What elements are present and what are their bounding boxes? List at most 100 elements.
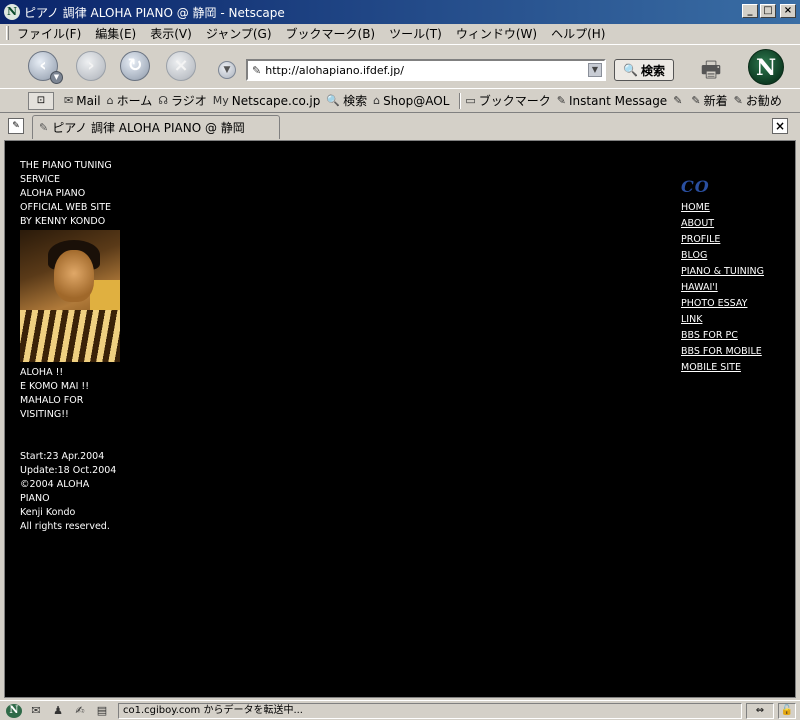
menu-edit[interactable]: 編集(E) [95,25,136,42]
site-nav-logo: CO [681,177,710,196]
nav-link-mobile-site[interactable]: MOBILE SITE [681,360,781,376]
nav-link-photo-essay[interactable]: PHOTO ESSAY [681,296,781,312]
bookmark-label: ラジオ [171,94,207,108]
nav-link-profile[interactable]: PROFILE [681,232,781,248]
status-text: co1.cgiboy.com からデータを転送中... [118,702,742,719]
nav-link-home[interactable]: HOME [681,200,781,216]
chevron-down-icon: ▼ [223,65,231,75]
shop-icon: ⌂ [373,94,381,107]
menu-bookmarks[interactable]: ブックマーク(B) [286,25,376,42]
site-navigation: CO HOME ABOUT PROFILE BLOG PIANO & TUINI… [681,177,781,376]
tab-strip: ✎ ✎ ピアノ 調律 ALOHA PIANO @ 静岡 × [0,112,800,139]
nav-link-piano-tuning[interactable]: PIANO & TUINING [681,264,781,280]
menu-file[interactable]: ファイル(F) [17,25,81,42]
mail-icon[interactable]: ✉ [28,704,44,718]
new-tab-icon[interactable]: ✎ [8,118,24,134]
close-tab-button[interactable]: × [772,118,788,134]
window-controls: _ □ × [742,4,796,18]
personal-toolbar: ⊡ ✉ Mail ⌂ ホーム ☊ ラジオ My Netscape.co.jp 🔍 検索 ⌂… [0,88,800,112]
instant-message-icon[interactable]: ♟ [50,704,66,718]
bookmark-new[interactable]: ✎ 新着 [691,92,727,109]
intro-line: SERVICE [20,174,61,185]
toolbar-home-tab-icon[interactable]: ⊡ [28,91,54,110]
bookmark-label: Shop@AOL [383,93,450,108]
bookmark-netscape-co-jp[interactable]: My Netscape.co.jp [213,94,321,108]
intro-line: BY KENNY KONDO [20,216,106,227]
status-indicators: ⇔ 🔓 [746,702,796,719]
menu-tools[interactable]: ツール(T) [389,25,442,42]
page-bookmark-icon[interactable]: ✎ [252,64,261,77]
bookmarks-menu[interactable]: ▭ ブックマーク [465,92,550,109]
online-status-icon[interactable]: ⇔ [746,702,774,719]
forward-button[interactable]: › [76,51,106,81]
status-bar: N ✉ ♟ ✍ ▤ co1.cgiboy.com からデータを転送中... ⇔ … [0,700,800,720]
bookmark-icon: ✎ [733,94,743,107]
mail-icon: ✉ [64,94,74,107]
minimize-button[interactable]: _ [742,4,758,18]
status-component-icons: N ✉ ♟ ✍ ▤ [6,703,110,718]
photo-stripes [20,310,120,362]
magnifier-icon: 🔍 [623,63,638,77]
url-history-dropdown[interactable]: ▼ [588,63,602,77]
reload-button[interactable]: ↻ [120,51,150,81]
maximize-button[interactable]: □ [760,4,776,18]
bookmark-icon: ✎ [691,94,701,107]
photo-face [54,250,94,302]
bookmark-unnamed[interactable]: ✎ [673,94,685,107]
bookmark-shop-aol[interactable]: ⌂ Shop@AOL [373,94,449,108]
toolbar-grip[interactable] [6,26,9,40]
bookmark-label: 検索 [343,94,368,108]
bookmark-label: ブックマーク [478,94,551,108]
search-button[interactable]: 🔍 検索 [614,59,674,81]
bookmark-label: Instant Message [569,93,668,108]
menu-window[interactable]: ウィンドウ(W) [456,25,537,42]
menu-help[interactable]: ヘルプ(H) [551,25,605,42]
back-history-dropdown-icon[interactable]: ▼ [50,71,63,84]
intro-line: THE PIANO TUNING [20,160,112,171]
bookmark-label: Mail [76,93,101,108]
bookmark-search[interactable]: 🔍 検索 [326,92,367,109]
bookmark-home[interactable]: ⌂ ホーム [107,92,153,109]
back-button[interactable]: ‹ ▼ [28,51,63,84]
composer-icon[interactable]: ✍ [72,704,88,718]
close-window-button[interactable]: × [780,4,796,18]
navigation-toolbar: ‹ ▼ › ↻ × ▼ ✎ ▼ 🔍 検索 🖶 N [0,44,800,88]
menu-go[interactable]: ジャンプ(G) [206,25,272,42]
back-arrow-icon: ‹ [39,55,47,76]
go-button[interactable]: ▼ [218,61,236,79]
profile-photo [20,230,120,362]
rights-notice: All rights reserved. [20,521,110,532]
security-lock-icon[interactable]: 🔓 [778,702,796,719]
greeting-line: ALOHA !! [20,367,64,378]
netscape-logo[interactable]: N [748,49,784,85]
tab-aloha-piano[interactable]: ✎ ピアノ 調律 ALOHA PIANO @ 静岡 [32,115,280,139]
bookmark-radio[interactable]: ☊ ラジオ [158,92,207,109]
address-book-icon[interactable]: ▤ [94,704,110,718]
nav-link-hawaii[interactable]: HAWAI'I [681,280,781,296]
nav-link-link[interactable]: LINK [681,312,781,328]
print-icon[interactable]: 🖶 [696,53,726,83]
nav-link-blog[interactable]: BLOG [681,248,781,264]
greeting-line: E KOMO MAI !! [20,381,90,392]
netscape-icon[interactable]: N [6,703,22,718]
bookmark-label: ホーム [116,94,153,108]
author-name: Kenji Kondo [20,507,76,518]
greeting-line: MAHALO FOR [20,395,84,406]
menu-view[interactable]: 表示(V) [150,25,192,42]
bookmark-mail[interactable]: ✉ Mail [64,94,101,108]
url-input[interactable] [265,63,586,77]
my-netscape-icon: My [212,94,229,107]
nav-link-bbs-mobile[interactable]: BBS FOR MOBILE [681,344,781,360]
home-icon: ⌂ [106,94,114,107]
nav-link-about[interactable]: ABOUT [681,216,781,232]
nav-link-bbs-pc[interactable]: BBS FOR PC [681,328,781,344]
toolbar-separator [459,92,462,109]
left-column: THE PIANO TUNING SERVICE ALOHA PIANO OFF… [20,159,130,534]
bookmark-instant-message[interactable]: ✎ Instant Message [557,94,667,108]
stop-button[interactable]: × [166,51,196,81]
bookmark-recommended[interactable]: ✎ お勧め [734,92,782,109]
intro-line: OFFICIAL WEB SITE [20,202,112,213]
search-button-label: 検索 [640,63,665,78]
